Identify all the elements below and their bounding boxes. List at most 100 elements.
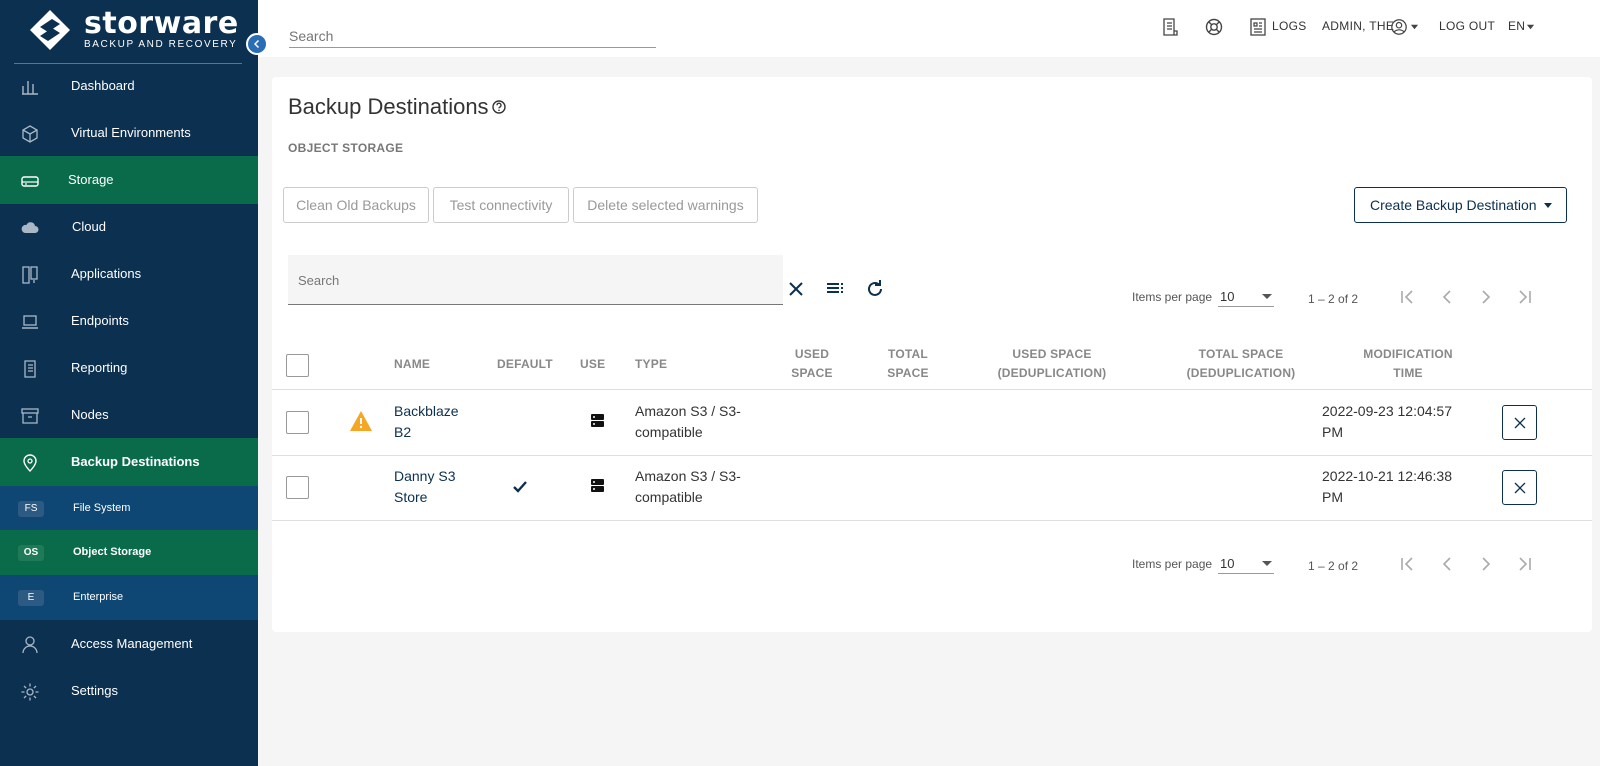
close-icon [1514, 417, 1525, 428]
laptop-icon [22, 315, 38, 329]
sidebar-subitem-object-storage[interactable]: OS Object Storage [0, 530, 258, 575]
sidebar-item-endpoints[interactable]: Endpoints [0, 297, 258, 345]
sidebar-item-nodes[interactable]: Nodes [0, 391, 258, 439]
sub-label: File System [73, 502, 131, 514]
sidebar-item-storage[interactable]: Storage [0, 156, 258, 204]
column-list-icon[interactable] [824, 278, 846, 300]
logs-icon[interactable] [1248, 17, 1268, 37]
refresh-icon[interactable] [864, 278, 886, 300]
storware-logo[interactable]: storware BACKUP AND RECOVERY [22, 8, 242, 50]
sidebar-item-label: Settings [71, 683, 118, 698]
sidebar-item-virtual-environments[interactable]: Virtual Environments [0, 109, 258, 157]
sub-label: Object Storage [73, 546, 152, 558]
test-connectivity-button[interactable]: Test connectivity [433, 187, 569, 223]
prev-page-icon[interactable] [1437, 287, 1457, 307]
column-header-default[interactable]: DEFAULT [497, 355, 553, 374]
sidebar-item-settings[interactable]: Settings [0, 667, 258, 715]
column-header-modification-time[interactable]: MODIFICATION TIME [1353, 345, 1463, 383]
report-icon[interactable] [1160, 17, 1180, 37]
select-caret-icon [1262, 561, 1272, 566]
column-header-type[interactable]: TYPE [635, 355, 667, 374]
sidebar-item-access-management[interactable]: Access Management [0, 620, 258, 668]
warning-icon [350, 411, 372, 431]
table-search-input[interactable]: Search [288, 255, 783, 305]
column-header-used-space-dedup[interactable]: USED SPACE (DEDUPLICATION) [987, 345, 1117, 383]
logs-link[interactable]: LOGS [1272, 19, 1307, 33]
server-icon [591, 479, 604, 492]
delete-selected-warnings-button[interactable]: Delete selected warnings [573, 187, 758, 223]
destination-name-link[interactable]: Backblaze B2 [394, 401, 459, 443]
global-search-input[interactable] [289, 24, 656, 48]
items-per-page-label: Items per page [1132, 557, 1213, 571]
column-header-total-space[interactable]: TOTAL SPACE [883, 345, 933, 383]
sidebar-subitem-file-system[interactable]: FS File System [0, 486, 258, 531]
section-title: OBJECT STORAGE [288, 141, 404, 155]
sidebar: storware BACKUP AND RECOVERY Dashboard V… [0, 0, 258, 766]
sub-label: Enterprise [73, 591, 124, 603]
sidebar-item-cloud[interactable]: Cloud [0, 203, 258, 251]
row-checkbox[interactable] [286, 411, 309, 434]
location-pin-icon [23, 454, 37, 472]
sidebar-item-reporting[interactable]: Reporting [0, 344, 258, 392]
hard-drive-icon [21, 176, 39, 187]
select-caret-icon [1262, 294, 1272, 299]
chevron-down-icon[interactable] [1410, 22, 1419, 31]
row-checkbox[interactable] [286, 476, 309, 499]
caret-down-icon [1544, 203, 1552, 208]
sub-badge: FS [18, 501, 44, 517]
user-circle-icon[interactable] [1390, 18, 1408, 36]
header-line: MODIFICATION [1363, 347, 1453, 361]
sidebar-subitem-enterprise[interactable]: E Enterprise [0, 575, 258, 620]
column-header-use[interactable]: USE [580, 355, 605, 374]
language-selector[interactable]: EN [1508, 19, 1525, 33]
name-line: Danny S3 [394, 468, 456, 484]
delete-row-button[interactable] [1502, 405, 1537, 440]
time-line: 2022-09-23 12:04:57 [1322, 403, 1452, 419]
first-page-icon[interactable] [1397, 554, 1417, 574]
delete-row-button[interactable] [1502, 470, 1537, 505]
prev-page-icon[interactable] [1437, 554, 1457, 574]
type-line: compatible [635, 489, 703, 505]
time-line: PM [1322, 489, 1343, 505]
bar-chart-icon [22, 81, 38, 95]
header-line: SPACE [887, 366, 929, 380]
logout-link[interactable]: LOG OUT [1439, 19, 1495, 33]
sidebar-collapse-button[interactable] [246, 33, 268, 55]
lifebuoy-icon[interactable] [1204, 17, 1224, 37]
column-header-total-space-dedup[interactable]: TOTAL SPACE (DEDUPLICATION) [1176, 345, 1306, 383]
time-line: PM [1322, 424, 1343, 440]
next-page-icon[interactable] [1476, 554, 1496, 574]
sidebar-item-label: Endpoints [71, 313, 129, 328]
column-header-name[interactable]: NAME [394, 355, 430, 374]
items-per-page-value: 10 [1220, 289, 1235, 304]
last-page-icon[interactable] [1515, 287, 1535, 307]
last-page-icon[interactable] [1515, 554, 1535, 574]
clean-old-backups-button[interactable]: Clean Old Backups [283, 187, 429, 223]
column-header-used-space[interactable]: USED SPACE [787, 345, 837, 383]
server-icon [591, 414, 604, 427]
report-icon [24, 360, 36, 378]
first-page-icon[interactable] [1397, 287, 1417, 307]
select-all-checkbox[interactable] [286, 354, 309, 377]
user-menu[interactable]: ADMIN, THE [1322, 19, 1394, 33]
chevron-down-icon[interactable] [1526, 22, 1535, 31]
modification-time-cell: 2022-10-21 12:46:38 PM [1322, 466, 1452, 508]
sidebar-item-backup-destinations[interactable]: Backup Destinations [0, 438, 258, 486]
items-per-page-select[interactable]: 10 [1218, 552, 1274, 574]
create-backup-destination-button[interactable]: Create Backup Destination [1354, 187, 1567, 223]
main-card: Backup Destinations OBJECT STORAGE Clean… [272, 77, 1592, 632]
type-line: Amazon S3 / S3- [635, 403, 741, 419]
items-per-page-value: 10 [1220, 556, 1235, 571]
sidebar-item-dashboard[interactable]: Dashboard [0, 62, 258, 110]
items-per-page-select[interactable]: 10 [1218, 285, 1274, 307]
next-page-icon[interactable] [1476, 287, 1496, 307]
destination-name-link[interactable]: Danny S3 Store [394, 466, 455, 508]
sidebar-item-applications[interactable]: Applications [0, 250, 258, 298]
sidebar-item-label: Storage [68, 172, 114, 187]
page-title: Backup Destinations [288, 94, 489, 119]
close-icon[interactable] [785, 278, 807, 300]
help-icon[interactable] [492, 100, 506, 114]
user-icon [22, 636, 38, 654]
sub-badge: E [18, 590, 44, 606]
storware-logo-icon [22, 10, 78, 50]
